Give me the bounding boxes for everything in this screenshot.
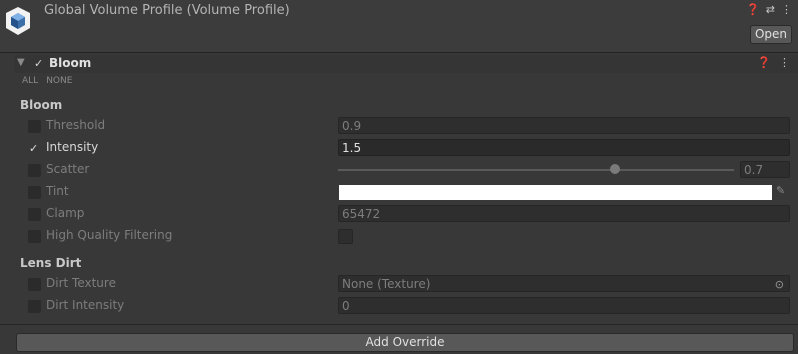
volume-profile-icon <box>6 7 30 35</box>
threshold-row: Threshold 0.9 <box>0 116 798 136</box>
intensity-label: Intensity <box>46 140 99 154</box>
all-button[interactable]: ALL <box>22 76 38 86</box>
footer-divider <box>0 324 798 325</box>
clamp-row: Clamp 65472 <box>0 204 798 224</box>
intensity-field[interactable]: 1.5 <box>338 139 790 156</box>
component-more-icon[interactable]: ⋮ <box>779 56 790 69</box>
add-override-button[interactable]: Add Override <box>16 333 794 352</box>
high-quality-label: High Quality Filtering <box>46 228 173 242</box>
header-divider <box>0 52 798 53</box>
bloom-component-header[interactable]: ▼ ✓ Bloom ❓ ⋮ <box>14 55 798 73</box>
tint-row: Tint ✎ <box>0 182 798 202</box>
high-quality-row: High Quality Filtering <box>0 226 798 246</box>
help-icon[interactable]: ❓ <box>746 3 760 16</box>
asset-title: Global Volume Profile (Volume Profile) <box>44 3 290 18</box>
inspector-header: Global Volume Profile (Volume Profile) ❓… <box>0 0 798 52</box>
scatter-row: Scatter 0.7 <box>0 160 798 180</box>
object-picker-icon[interactable]: ⊙ <box>775 276 784 293</box>
dirt-intensity-override-checkbox[interactable] <box>28 300 41 313</box>
tint-color-swatch[interactable] <box>339 185 772 200</box>
clamp-field[interactable]: 65472 <box>338 205 790 222</box>
lens-dirt-section-label: Lens Dirt <box>20 256 82 270</box>
dirt-texture-field[interactable]: None (Texture) ⊙ <box>338 275 790 292</box>
clamp-override-checkbox[interactable] <box>28 208 41 221</box>
dirt-intensity-row: Dirt Intensity 0 <box>0 296 798 316</box>
component-title: Bloom <box>49 56 92 70</box>
none-button[interactable]: NONE <box>46 76 72 86</box>
dirt-texture-value: None (Texture) <box>342 277 431 291</box>
component-enabled-checkbox[interactable]: ✓ <box>34 58 45 69</box>
high-quality-toggle[interactable] <box>338 229 353 244</box>
clamp-label: Clamp <box>46 206 85 220</box>
tint-label: Tint <box>46 184 69 198</box>
scatter-label: Scatter <box>46 162 90 176</box>
bloom-section-label: Bloom <box>20 98 63 112</box>
dirt-texture-label: Dirt Texture <box>46 276 116 290</box>
threshold-field[interactable]: 0.9 <box>338 117 790 134</box>
dirt-intensity-field[interactable]: 0 <box>338 297 790 314</box>
intensity-row: ✓ Intensity 1.5 <box>0 138 798 158</box>
threshold-label: Threshold <box>46 118 106 132</box>
dirt-texture-row: Dirt Texture None (Texture) ⊙ <box>0 274 798 294</box>
threshold-override-checkbox[interactable] <box>28 120 41 133</box>
high-quality-override-checkbox[interactable] <box>28 230 41 243</box>
eyedropper-icon[interactable]: ✎ <box>776 184 785 197</box>
more-icon[interactable]: ⋮ <box>781 3 792 16</box>
tint-override-checkbox[interactable] <box>28 186 41 199</box>
dirt-intensity-label: Dirt Intensity <box>46 298 125 312</box>
scatter-slider-track[interactable] <box>338 169 734 171</box>
scatter-field[interactable]: 0.7 <box>740 161 790 178</box>
open-button[interactable]: Open <box>750 25 792 44</box>
foldout-arrow-icon[interactable]: ▼ <box>17 57 25 68</box>
preset-icon[interactable]: ⇄ <box>766 3 775 16</box>
scatter-override-checkbox[interactable] <box>28 164 41 177</box>
dirt-texture-override-checkbox[interactable] <box>28 278 41 291</box>
component-help-icon[interactable]: ❓ <box>757 56 771 69</box>
intensity-override-checkbox[interactable]: ✓ <box>28 142 41 155</box>
scatter-slider-thumb[interactable] <box>610 164 621 174</box>
